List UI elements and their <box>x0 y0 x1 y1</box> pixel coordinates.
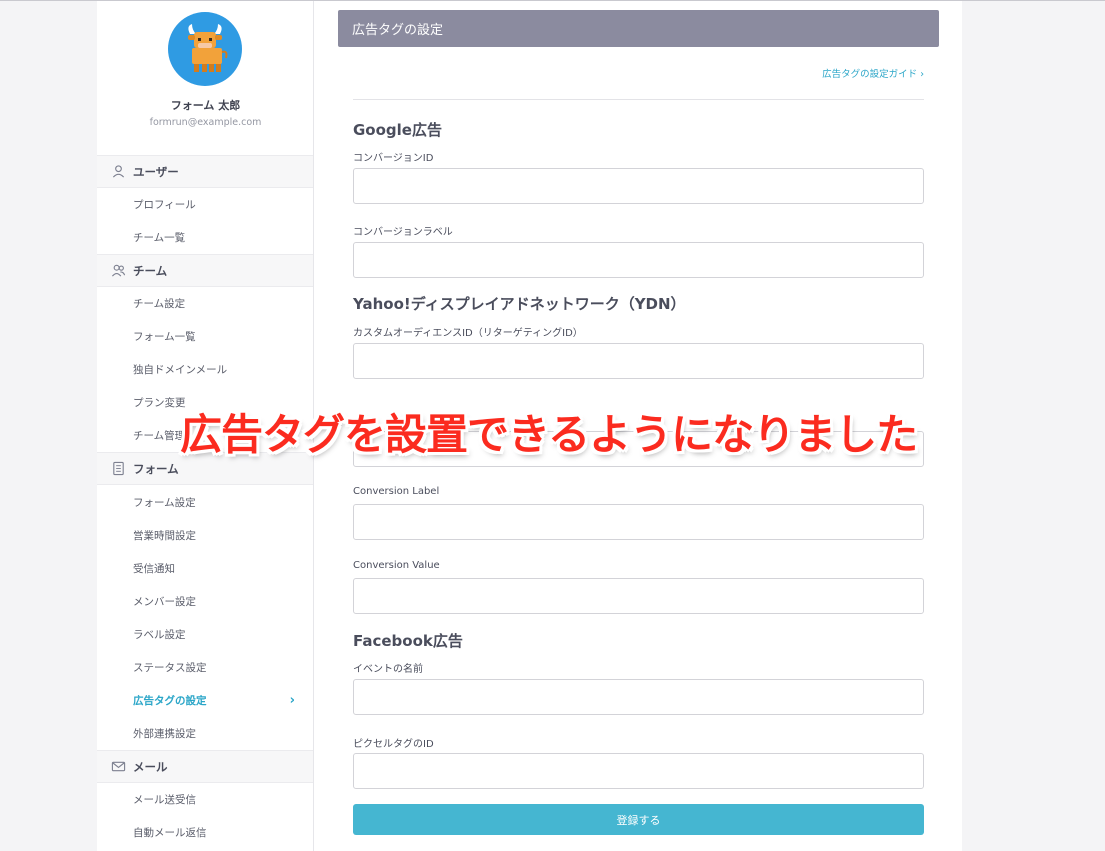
mail-icon <box>111 759 127 775</box>
register-button[interactable]: 登録する <box>353 804 924 835</box>
event-name-label: イベントの名前 <box>353 664 423 675</box>
conversion-label-input[interactable] <box>353 242 924 278</box>
ydn-title: Yahoo!ディスプレイアドネットワーク（YDN） <box>353 295 686 313</box>
team-icon <box>111 263 127 279</box>
divider <box>353 99 924 100</box>
avatar[interactable] <box>168 12 242 86</box>
user-email: formrun@example.com <box>149 117 262 128</box>
sidebar-item-form-list[interactable]: フォーム一覧 <box>97 320 313 353</box>
custom-audience-id-input[interactable] <box>353 343 924 379</box>
conversion-id-input[interactable] <box>353 168 924 204</box>
custom-audience-id-label: カスタムオーディエンスID（リターゲティングID） <box>353 328 583 339</box>
section-title-team: チーム <box>133 263 168 278</box>
sidebar-item-notifications[interactable]: 受信通知 <box>97 552 313 585</box>
conversion-id-label: コンバージョンID <box>353 153 434 164</box>
ydn-conversion-label-label: Conversion Label <box>353 486 440 497</box>
sidebar-item-team-settings[interactable]: チーム設定 <box>97 287 313 320</box>
sidebar-item-status-settings[interactable]: ステータス設定 <box>97 651 313 684</box>
facebook-ads-title: Facebook広告 <box>353 632 463 650</box>
cow-avatar-icon <box>188 24 228 72</box>
sidebar-item-custom-domain-mail[interactable]: 独自ドメインメール <box>97 353 313 386</box>
event-name-input[interactable] <box>353 679 924 715</box>
section-header-user: ユーザー <box>97 155 313 188</box>
sidebar-item-auto-reply[interactable]: 自動メール返信 <box>97 816 313 849</box>
ydn-conversion-value-label: Conversion Value <box>353 560 440 571</box>
section-title-user: ユーザー <box>133 164 179 179</box>
pixel-id-input[interactable] <box>353 753 924 789</box>
sidebar-item-business-hours[interactable]: 営業時間設定 <box>97 519 313 552</box>
sidebar-item-form-settings[interactable]: フォーム設定 <box>97 486 313 519</box>
ad-tag-guide-link[interactable]: 広告タグの設定ガイド › <box>822 66 924 80</box>
sidebar-item-integrations[interactable]: 外部連携設定 <box>97 717 313 750</box>
conversion-label-label: コンバージョンラベル <box>353 227 453 238</box>
section-header-mail: メール <box>97 750 313 783</box>
section-title-form: フォーム <box>133 461 179 476</box>
sidebar-item-team-list[interactable]: チーム一覧 <box>97 221 313 254</box>
user-name: フォーム 太郎 <box>170 99 241 112</box>
sidebar-item-profile[interactable]: プロフィール <box>97 188 313 221</box>
ydn-conversion-label-input[interactable] <box>353 504 924 540</box>
chevron-right-icon: › <box>289 693 295 708</box>
sidebar-item-member-settings[interactable]: メンバー設定 <box>97 585 313 618</box>
sidebar-item-mail-send-receive[interactable]: メール送受信 <box>97 783 313 816</box>
ydn-conversion-value-input[interactable] <box>353 578 924 614</box>
announcement-banner: 広告タグを設置できるようになりました <box>180 409 918 459</box>
document-icon <box>111 461 127 477</box>
section-header-team: チーム <box>97 254 313 287</box>
sidebar-item-label-settings[interactable]: ラベル設定 <box>97 618 313 651</box>
google-ads-title: Google広告 <box>353 121 442 139</box>
section-title-mail: メール <box>133 759 168 774</box>
sidebar-item-ad-tag-settings[interactable]: 広告タグの設定 › <box>97 684 313 717</box>
profile-card: フォーム 太郎 formrun@example.com <box>97 1 313 155</box>
pixel-id-label: ピクセルタグのID <box>353 739 434 750</box>
user-icon <box>111 164 127 180</box>
page-title: 広告タグの設定 <box>338 10 939 47</box>
